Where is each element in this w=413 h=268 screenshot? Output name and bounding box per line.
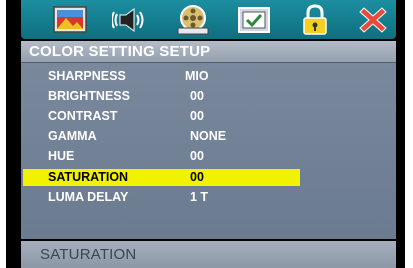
menu-row-value: 00 (190, 89, 204, 103)
menu-row-gamma[interactable]: GAMMA NONE (23, 128, 300, 145)
checkbox-icon (238, 6, 270, 33)
menu-row-label: SATURATION (48, 170, 129, 184)
tab-video[interactable] (174, 3, 212, 36)
status-text: SATURATION (40, 246, 137, 263)
menu-title-bar: COLOR SETTING SETUP (21, 41, 396, 63)
menu-row-label: HUE (48, 149, 75, 163)
menu-row-label: CONTRAST (48, 109, 118, 123)
menu-row-contrast[interactable]: CONTRAST 00 (23, 108, 300, 125)
tab-audio[interactable] (112, 3, 150, 36)
menu-row-label: LUMA DELAY (48, 190, 129, 204)
menu-panel: COLOR SETTING SETUP SHARPNESS MIO BRIGHT… (21, 41, 396, 239)
menu-row-value: 00 (190, 109, 204, 123)
menu-row-value: MIO (185, 69, 209, 83)
menu-row-label: GAMMA (48, 129, 97, 143)
menu-row-label: BRIGHTNESS (48, 89, 130, 103)
osd-window: COLOR SETTING SETUP SHARPNESS MIO BRIGHT… (6, 0, 405, 268)
tab-preference[interactable] (235, 3, 273, 36)
lock-icon (303, 3, 327, 35)
menu-row-sharpness[interactable]: SHARPNESS MIO (23, 68, 300, 85)
menu-title: COLOR SETTING SETUP (29, 43, 211, 60)
menu-row-luma-delay[interactable]: LUMA DELAY 1 T (23, 189, 300, 206)
menu-row-saturation[interactable]: SATURATION 00 (23, 169, 300, 186)
menu-row-value: 1 T (190, 190, 209, 204)
picture-icon (53, 6, 87, 33)
menu-row-hue[interactable]: HUE 00 (23, 148, 300, 165)
tab-picture[interactable] (51, 3, 89, 36)
menu-row-value: 00 (190, 149, 204, 163)
close-icon (359, 6, 387, 33)
menu-row-brightness[interactable]: BRIGHTNESS 00 (23, 88, 300, 105)
tab-lock[interactable] (296, 3, 334, 36)
tab-bar (21, 0, 396, 39)
audio-icon (112, 7, 144, 32)
video-reel-icon (177, 4, 209, 34)
status-bar: SATURATION (21, 241, 396, 268)
menu-row-value: NONE (190, 129, 227, 143)
menu-row-value: 00 (190, 170, 204, 184)
tab-exit[interactable] (354, 3, 392, 36)
menu-row-label: SHARPNESS (48, 69, 126, 83)
